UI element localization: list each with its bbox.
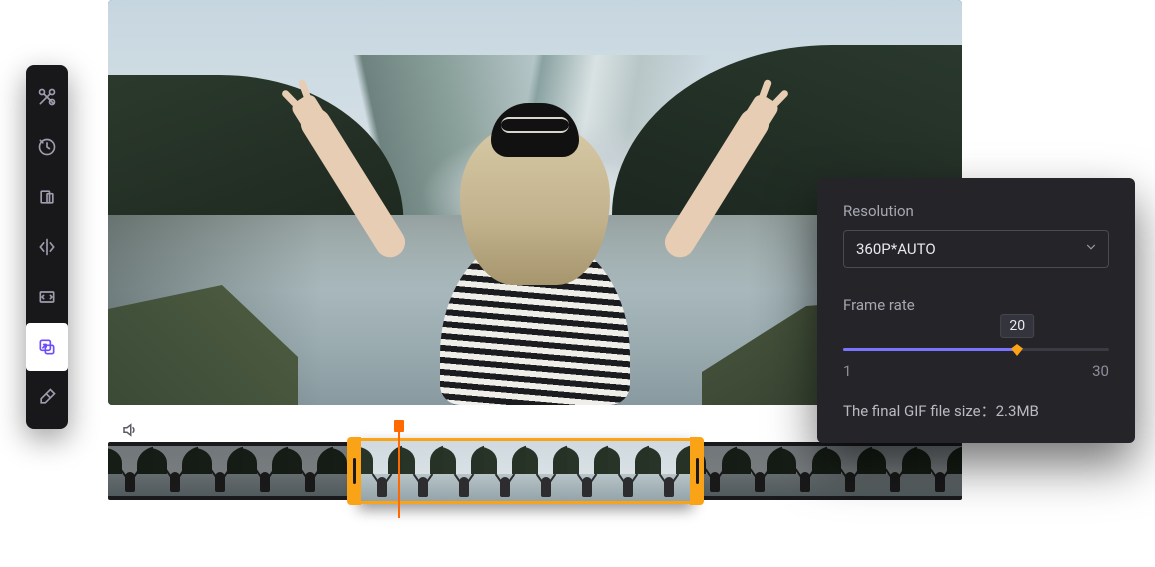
timeline-frame (198, 446, 243, 496)
selection-handle-left[interactable] (347, 437, 361, 505)
export-settings-panel: Resolution 360P*AUTO Frame rate 20 1 30 … (817, 178, 1135, 443)
timeline-frame (782, 446, 827, 496)
resize-tool-icon[interactable] (26, 273, 68, 321)
filesize-text: The final GIF file size：2.3MB (843, 400, 1109, 421)
timeline-frame (484, 441, 525, 501)
framerate-min: 1 (843, 362, 851, 380)
timeline-frame (526, 441, 567, 501)
framerate-max: 30 (1092, 362, 1109, 380)
selection-handle-right[interactable] (690, 437, 704, 505)
chevron-down-icon (1084, 240, 1098, 258)
timeline-frame (108, 446, 153, 496)
timeline-frame (827, 446, 872, 496)
framerate-label: Frame rate (843, 296, 1109, 314)
timeline-frame (608, 441, 649, 501)
resolution-value: 360P*AUTO (856, 240, 936, 258)
resolution-select[interactable]: 360P*AUTO (843, 230, 1109, 268)
timeline-frame (872, 446, 917, 496)
cut-tool-icon[interactable] (26, 73, 68, 121)
slider-thumb-icon[interactable] (1009, 342, 1025, 358)
resolution-label: Resolution (843, 202, 1109, 220)
timeline-frame (288, 446, 333, 496)
erase-tool-icon[interactable] (26, 373, 68, 421)
timeline-frame (243, 446, 288, 496)
playhead[interactable] (398, 422, 400, 518)
timeline-frame (567, 441, 608, 501)
framerate-slider[interactable]: 20 1 30 (843, 332, 1109, 368)
timeline-frame (153, 446, 198, 496)
timeline[interactable] (108, 442, 962, 500)
crop-tool-icon[interactable] (26, 173, 68, 221)
timeline-frame (917, 446, 962, 496)
tool-sidebar (26, 65, 68, 429)
timeline-selection[interactable] (358, 438, 693, 504)
timeline-frame (649, 441, 690, 501)
timeline-frame (402, 441, 443, 501)
timeline-frame (443, 441, 484, 501)
framerate-value: 20 (1000, 314, 1034, 338)
timeline-frame (361, 441, 402, 501)
mirror-tool-icon[interactable] (26, 223, 68, 271)
volume-icon[interactable] (118, 418, 142, 442)
speed-tool-icon[interactable] (26, 123, 68, 171)
export-tool-icon[interactable] (26, 323, 68, 371)
timeline-frame (737, 446, 782, 496)
